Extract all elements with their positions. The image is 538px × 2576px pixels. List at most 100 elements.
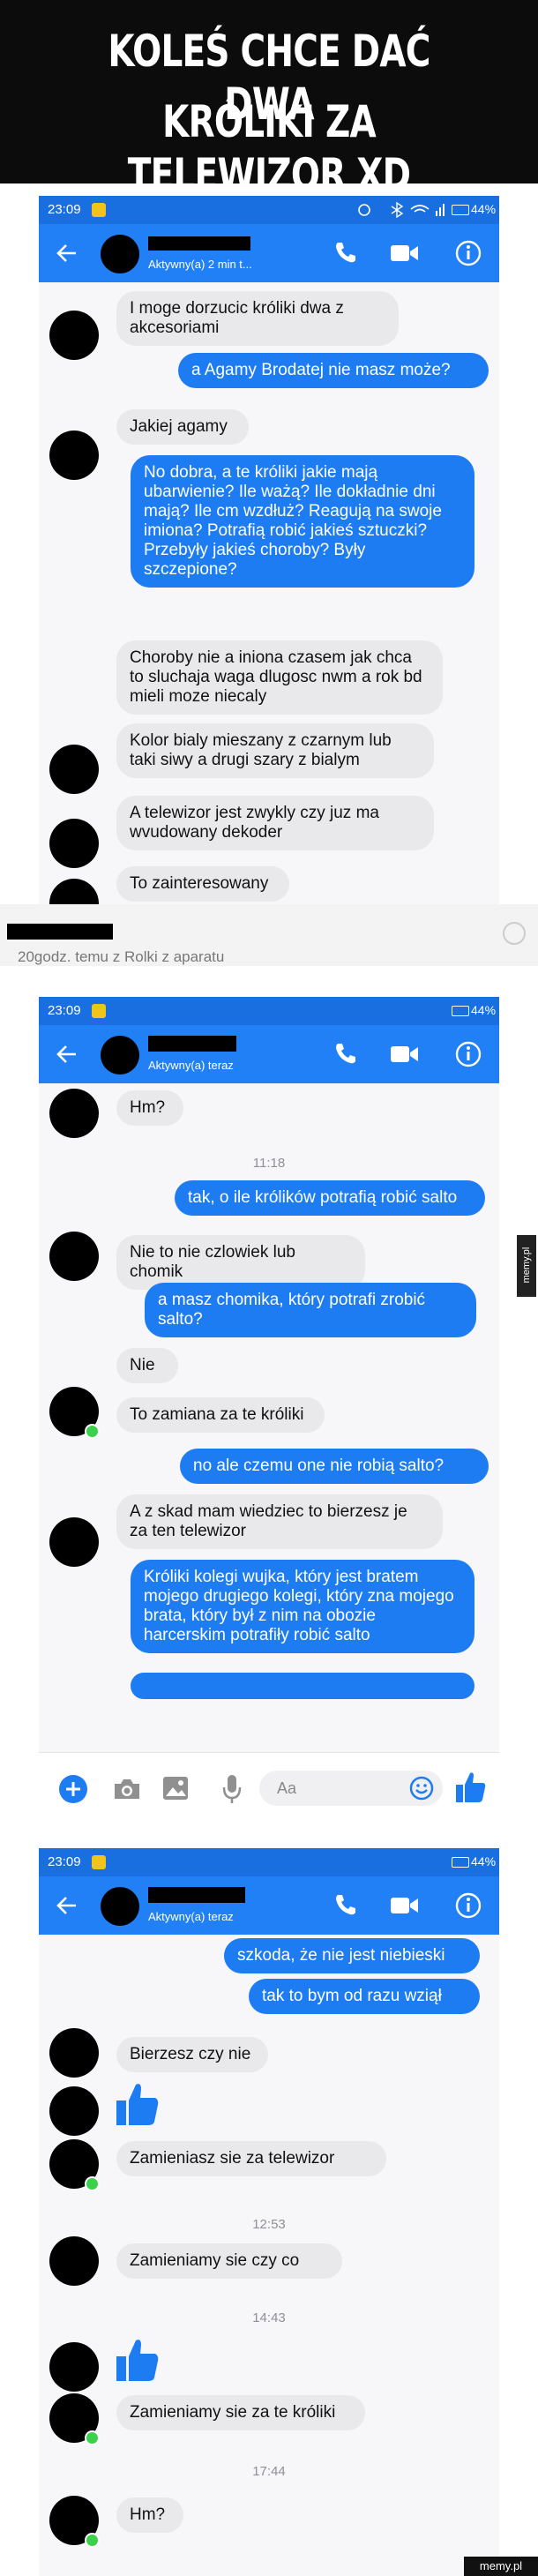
message-input[interactable]: Aa <box>259 1771 443 1806</box>
video-icon[interactable] <box>390 1896 420 1915</box>
app-bar: Aktywny(a) teraz <box>39 1025 499 1083</box>
message-bubble: Zamieniamy sie za te króliki <box>116 2395 365 2430</box>
status-bar: 23:09 44% <box>39 997 499 1025</box>
avatar[interactable] <box>101 1036 139 1075</box>
info-icon[interactable] <box>455 1041 482 1067</box>
message-bubble: Nie to nie czlowiek lub chomik <box>116 1235 365 1290</box>
video-icon[interactable] <box>390 1045 420 1064</box>
contact-status: Aktywny(a) teraz <box>148 1910 234 1923</box>
message-bubble: I moge dorzucic króliki dwa z akcesoriam… <box>116 291 399 346</box>
online-indicator <box>85 2533 100 2548</box>
message-bubble: Zamieniamy sie czy co <box>116 2243 342 2279</box>
message-list[interactable]: I moge dorzucic króliki dwa z akcesoriam… <box>39 282 499 904</box>
gallery-icon[interactable] <box>162 1776 189 1801</box>
thumbs-up-icon <box>116 2340 159 2381</box>
avatar <box>49 745 99 794</box>
app-bar: Aktywny(a) 2 min t... <box>39 224 499 282</box>
info-icon[interactable] <box>455 240 482 266</box>
avatar <box>49 819 99 868</box>
online-indicator <box>85 2430 100 2445</box>
plus-icon[interactable] <box>58 1774 88 1804</box>
back-arrow-icon[interactable] <box>56 243 78 263</box>
message-bubble: Hm? <box>116 1090 183 1126</box>
thumbs-up-icon <box>116 2084 159 2125</box>
meme-title-line-2: KRÓLIKI ZA TELEWIZOR XD <box>127 96 411 200</box>
message-bubble: Zamieniasz sie za telewizor <box>116 2141 386 2176</box>
status-icons <box>358 202 445 218</box>
back-arrow-icon[interactable] <box>56 1896 78 1915</box>
message-bubble: To zamiana za te króliki <box>116 1397 325 1433</box>
phone-icon[interactable] <box>333 240 358 265</box>
avatar <box>49 2028 99 2078</box>
avatar <box>49 2236 99 2286</box>
message-bubble: To zainteresowany <box>116 866 289 902</box>
info-icon[interactable] <box>455 1892 482 1919</box>
battery-icon <box>452 1006 469 1016</box>
battery-level: 44% <box>471 1854 497 1868</box>
battery-level: 44% <box>471 1003 497 1017</box>
message-list[interactable]: szkoda, że nie jest niebieski tak to bym… <box>39 1935 499 2576</box>
contact-name-redacted <box>148 1036 236 1052</box>
thumbs-up-icon[interactable] <box>455 1771 487 1804</box>
message-bubble: No dobra, a te króliki jakie mają ubarwi… <box>131 455 474 588</box>
app-bar: Aktywny(a) teraz <box>39 1876 499 1935</box>
battery-icon <box>452 1857 469 1868</box>
screenshot-2: 23:09 44% Aktywny(a) teraz Hm? 11:18 tak… <box>39 997 499 1821</box>
clock: 23:09 <box>48 1854 81 1869</box>
avatar[interactable] <box>101 235 139 273</box>
camera-icon[interactable] <box>113 1778 141 1801</box>
message-bubble: a Agamy Brodatej nie masz może? <box>178 353 489 388</box>
message-bubble-partial <box>131 1673 474 1699</box>
phone-icon[interactable] <box>333 1041 358 1066</box>
avatar <box>49 311 99 360</box>
online-indicator <box>85 2176 100 2191</box>
message-bubble: A z skad mam wiedziec to bierzesz je za … <box>116 1494 443 1549</box>
message-input-placeholder: Aa <box>277 1779 297 1797</box>
message-bubble: szkoda, że nie jest niebieski <box>224 1938 480 1973</box>
contact-status: Aktywny(a) teraz <box>148 1059 234 1072</box>
message-bubble: tak to bym od razu wziął <box>249 1979 480 2014</box>
phone-icon[interactable] <box>333 1892 358 1917</box>
avatar <box>49 879 99 904</box>
contact-name-redacted <box>148 236 250 251</box>
timestamp: 17:44 <box>252 2464 286 2479</box>
timestamp: 12:53 <box>252 2217 286 2232</box>
mic-icon[interactable] <box>222 1774 242 1804</box>
message-bubble: Nie <box>116 1348 178 1383</box>
message-bubble: Hm? <box>116 2497 183 2533</box>
composer: Aa <box>39 1752 499 1821</box>
screenshot-1: 23:09 44% Aktywny(a) 2 min t... I moge d… <box>39 196 499 904</box>
message-bubble: Kolor bialy mieszany z czarnym lub taki … <box>116 723 434 778</box>
battery-level: 44% <box>471 202 497 216</box>
screenshot-3: 23:09 44% Aktywny(a) teraz szkoda, że ni… <box>39 1848 499 2576</box>
contact-status: Aktywny(a) 2 min t... <box>148 258 252 271</box>
battery-icon <box>452 205 469 215</box>
video-icon[interactable] <box>390 243 420 263</box>
status-bar: 23:09 44% <box>39 196 499 224</box>
message-bubble: Jakiej agamy <box>116 409 249 445</box>
menu-icon[interactable] <box>503 922 526 945</box>
emoji-icon[interactable] <box>409 1776 434 1801</box>
meme-header: KOLEŚ CHCE DAĆ DWA KRÓLIKI ZA TELEWIZOR … <box>0 0 538 200</box>
avatar[interactable] <box>101 1887 139 1926</box>
avatar <box>49 2342 99 2392</box>
post-meta-text: 20godz. temu z Rolki z aparatu <box>18 948 225 965</box>
message-bubble: Bierzesz czy nie <box>116 2037 268 2072</box>
message-list[interactable]: Hm? 11:18 tak, o ile królików potrafią r… <box>39 1083 499 1821</box>
message-bubble: tak, o ile królików potrafią robić salto <box>175 1180 485 1216</box>
clock: 23:09 <box>48 202 81 217</box>
clock: 23:09 <box>48 1003 81 1018</box>
message-bubble: a masz chomika, który potrafi zrobić sal… <box>145 1283 476 1337</box>
contact-name-redacted <box>148 1887 245 1903</box>
message-bubble: A telewizor jest zwykly czy juz ma wvudo… <box>116 796 434 850</box>
avatar <box>49 2086 99 2136</box>
author-redacted <box>7 924 113 940</box>
avatar <box>49 1089 99 1138</box>
avatar <box>49 1517 99 1567</box>
notification-icon <box>92 203 106 217</box>
notification-icon <box>92 1004 106 1018</box>
timestamp: 14:43 <box>252 2310 286 2325</box>
message-bubble: Choroby nie a iniona czasem jak chca to … <box>116 640 443 715</box>
watermark-side: memy.pl <box>517 1235 536 1297</box>
back-arrow-icon[interactable] <box>56 1045 78 1064</box>
